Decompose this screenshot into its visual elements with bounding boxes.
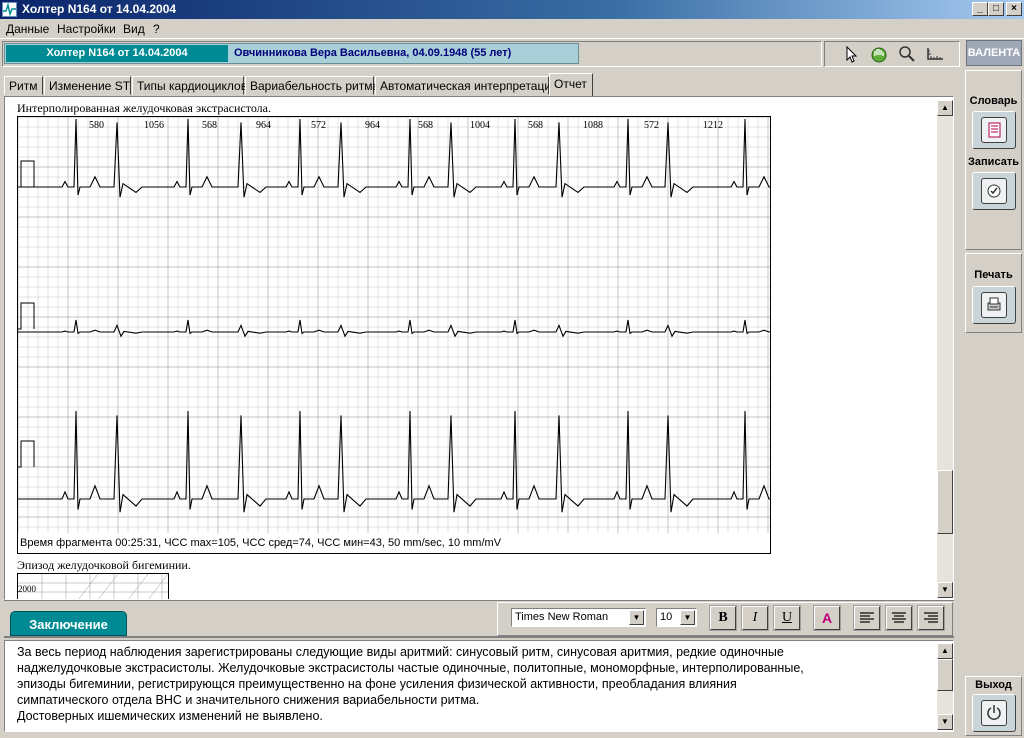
italic-button[interactable]: I [742,606,768,630]
rr-interval: 572 [311,120,326,131]
divider [4,636,954,638]
tab-rhythm[interactable]: Ритм [4,76,43,95]
hand-icon[interactable] [868,44,890,64]
conclusion-text: За весь период наблюдения зарегистрирова… [17,644,932,724]
menu-view[interactable]: Вид [123,22,145,36]
menu-settings[interactable]: Настройки [57,22,116,36]
scroll-down-icon[interactable]: ▼ [937,714,953,730]
maximize-button[interactable]: □ [988,2,1004,16]
fragment2-title: Эпизод желудочковой бигеминии. [17,558,191,572]
ecg-lead-2 [18,319,770,338]
save-label: Записать [968,156,1019,168]
ecg-traces [17,116,770,553]
rr-interval: 1212 [703,120,723,131]
ecg-grid [17,116,770,553]
fragment1-caption: Время фрагмента 00:25:31, ЧСС max=105, Ч… [20,537,502,549]
printer-icon [981,292,1007,318]
rr-interval: 964 [365,120,380,131]
rr-interval: 580 [89,120,104,131]
conclusion-line: Достоверных ишемических изменений не выя… [17,709,323,723]
align-right-icon[interactable] [918,606,944,630]
conclusion-line: За весь период наблюдения зарегистрирова… [17,645,784,659]
scroll-up-icon[interactable]: ▲ [937,643,953,659]
magnifier-icon[interactable] [896,44,918,64]
window-title: Холтер N164 от 14.04.2004 [22,2,177,16]
conclusion-line: наджелудочковые экстрасистолы. Желудочко… [17,661,804,675]
font-family-value: Times New Roman [515,611,609,623]
exit-label: Выход [975,679,1012,691]
rr-interval: 572 [644,120,659,131]
rr-interval: 1088 [583,120,603,131]
font-family-select[interactable]: Times New Roman ▼ [511,608,646,627]
dictionary-button[interactable] [972,111,1016,149]
calibration-pulse [18,160,35,188]
bold-button[interactable]: B [710,606,736,630]
conclusion-line: эпизоды бигеминии, регистрирующся преиму… [17,677,737,691]
cursor-icon[interactable] [840,44,862,64]
rr-interval: 1056 [144,120,164,131]
text-color-button[interactable]: A [814,606,840,630]
font-size-select[interactable]: 10 ▼ [656,608,697,627]
minimize-button[interactable]: _ [972,2,988,16]
close-button[interactable]: × [1006,2,1022,16]
scroll-thumb[interactable] [937,659,953,691]
dictionary-label: Словарь [969,95,1018,107]
fragment1-title: Интерполированная желудочковая экстрасис… [17,101,271,115]
book-icon [981,117,1007,143]
scroll-up-icon[interactable]: ▲ [937,100,953,116]
power-icon [981,700,1007,726]
align-center-icon[interactable] [886,606,912,630]
tab-auto-interpretation[interactable]: Автоматическая интерпретация [375,76,558,95]
font-size-value: 10 [660,611,673,623]
patient-info: Овчинникова Вера Васильевна, 04.09.1948 … [234,47,512,59]
rr-interval: 568 [528,120,543,131]
align-left-icon[interactable] [854,606,880,630]
print-label: Печать [974,269,1013,281]
ecg-fragment [17,116,771,554]
conclusion-line: симпатического отдела ВНС и значительног… [17,693,480,707]
rr-interval: 568 [418,120,433,131]
exit-button[interactable] [972,694,1016,732]
scroll-down-icon[interactable]: ▼ [937,582,953,598]
rr-interval: 964 [256,120,271,131]
menu-data[interactable]: Данные [6,22,49,36]
divider [4,600,954,601]
tab-report[interactable]: Отчет [549,73,593,96]
tab-variability[interactable]: Вариабельность ритма [245,76,379,95]
calibration-pulse [18,440,35,468]
underline-button[interactable]: U [774,606,800,630]
save-button[interactable] [972,172,1016,210]
tab-st-change[interactable]: Изменение ST [44,76,131,95]
conclusion-tab[interactable]: Заключение [10,611,127,636]
menu-help[interactable]: ? [153,22,160,36]
ruler-icon[interactable] [924,44,946,64]
check-icon [981,178,1007,204]
app-icon [2,2,17,17]
tab-cycle-types[interactable]: Типы кардиоциклов [132,76,247,95]
print-button[interactable] [972,286,1016,324]
rr-interval: 1004 [470,120,490,131]
chevron-down-icon[interactable]: ▼ [680,610,695,625]
brand-logo: ВАЛЕНТА [966,40,1022,66]
scroll-thumb[interactable] [937,470,953,534]
rr-interval: 568 [202,120,217,131]
study-label: Холтер N164 от 14.04.2004 [6,45,228,62]
fragment2-preview [17,573,169,599]
chevron-down-icon[interactable]: ▼ [629,610,644,625]
fragment2-scale: 2000 [18,584,36,594]
